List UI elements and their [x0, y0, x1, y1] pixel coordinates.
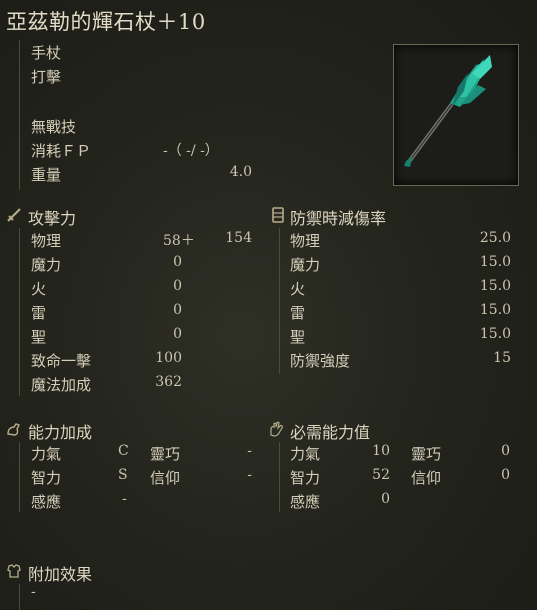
scaling-str-label: 力氣	[31, 445, 62, 463]
guard-boost-value: 15	[493, 350, 511, 366]
guard-physical-value: 25.0	[479, 230, 511, 246]
attack-lightning-label: 雷	[31, 304, 47, 322]
req-arc-value: 0	[381, 491, 390, 507]
scaling-int-label: 智力	[31, 469, 62, 487]
staff-icon	[404, 55, 492, 167]
weapon-type: 手杖	[31, 44, 62, 62]
hand-icon	[270, 421, 283, 437]
attack-header: 攻擊力	[28, 209, 77, 228]
req-dex-value: 0	[501, 443, 510, 459]
scaling-arc-value: -	[122, 491, 127, 507]
attack-magic-value: 0	[173, 254, 182, 270]
attack-critical-label: 致命一擊	[31, 352, 92, 370]
attack-fire-label: 火	[31, 280, 47, 298]
weight-value: 4.0	[229, 164, 252, 180]
attack-physical-value: 58＋	[163, 233, 195, 249]
effects-value: -	[31, 584, 36, 600]
item-title: 亞茲勒的輝石杖＋10	[6, 10, 206, 34]
guard-physical-label: 物理	[290, 232, 321, 250]
attack-magic-label: 魔力	[31, 256, 62, 274]
fp-cost-value: -（ -/ -）	[163, 143, 219, 159]
req-arc-label: 感應	[290, 493, 321, 511]
attack-sorcery-scaling-label: 魔法加成	[31, 376, 92, 394]
req-int-value: 52	[372, 467, 390, 483]
guard-holy-value: 15.0	[479, 326, 511, 342]
requirements-header: 必需能力值	[290, 423, 371, 442]
scaling-str-value: C	[118, 443, 129, 459]
divider-effects	[19, 584, 20, 610]
attack-type: 打擊	[31, 68, 62, 86]
weapon-image-frame	[393, 44, 519, 186]
req-dex-label: 靈巧	[411, 445, 442, 463]
attack-physical-label: 物理	[31, 232, 62, 250]
guard-holy-label: 聖	[290, 328, 306, 346]
scaling-dex-label: 靈巧	[150, 445, 181, 463]
attack-holy-value: 0	[173, 326, 182, 342]
attack-holy-label: 聖	[31, 328, 47, 346]
attack-physical-bonus: 154	[225, 230, 252, 246]
req-fai-value: 0	[501, 467, 510, 483]
effects-header: 附加效果	[28, 565, 93, 584]
scaling-fai-value: -	[247, 467, 252, 483]
guard-magic-value: 15.0	[479, 254, 511, 270]
divider-scaling	[19, 442, 20, 512]
req-fai-label: 信仰	[411, 469, 442, 487]
divider-top	[19, 40, 20, 190]
scaling-arc-label: 感應	[31, 493, 62, 511]
req-str-value: 10	[372, 443, 390, 459]
skill-name: 無戰技	[31, 118, 77, 136]
guard-magic-label: 魔力	[290, 256, 321, 274]
guard-lightning-label: 雷	[290, 304, 306, 322]
divider-attack	[19, 228, 20, 396]
attack-sorcery-scaling-value: 362	[155, 374, 182, 390]
attack-critical-value: 100	[155, 350, 182, 366]
attack-fire-value: 0	[173, 278, 182, 294]
attack-lightning-value: 0	[173, 302, 182, 318]
scaling-int-value: S	[118, 467, 128, 483]
guard-fire-label: 火	[290, 280, 306, 298]
scaling-fai-label: 信仰	[150, 469, 181, 487]
scaling-header: 能力加成	[28, 423, 93, 442]
guard-fire-value: 15.0	[479, 278, 511, 294]
fp-cost-label: 消耗ＦＰ	[31, 142, 92, 160]
guard-boost-label: 防禦強度	[290, 352, 351, 370]
req-str-label: 力氣	[290, 445, 321, 463]
arm-icon	[7, 423, 20, 436]
req-int-label: 智力	[290, 469, 321, 487]
armor-icon	[7, 564, 21, 578]
guard-header: 防禦時減傷率	[290, 209, 387, 228]
divider-guard	[279, 228, 280, 374]
weight-label: 重量	[31, 166, 62, 184]
divider-requirements	[279, 442, 280, 512]
shield-icon	[272, 207, 284, 223]
scaling-dex-value: -	[247, 443, 252, 459]
guard-lightning-value: 15.0	[479, 302, 511, 318]
sword-icon	[7, 208, 21, 222]
